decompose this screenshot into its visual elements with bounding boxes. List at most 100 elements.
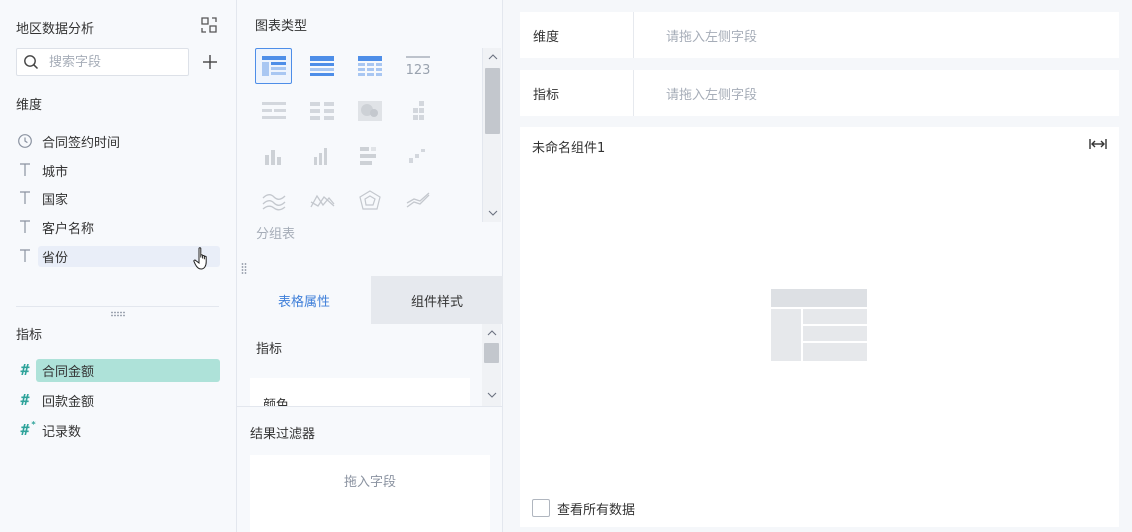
tab-component-style[interactable]: 组件样式 — [371, 276, 503, 324]
widget-title: 未命名组件1 — [532, 141, 606, 156]
stacked-bar-icon — [359, 147, 376, 165]
chart-type-treemap[interactable] — [399, 93, 436, 129]
metric-drop-placeholder: 请拖入左侧字段 — [666, 87, 758, 103]
chart-type-title: 图表类型 — [255, 19, 308, 34]
view-all-data-label: 查看所有数据 — [557, 502, 636, 518]
number-type-icon: # — [20, 391, 30, 409]
dimension-drop-placeholder: 请拖入左侧字段 — [666, 29, 758, 45]
dimension-row-label: 维度 — [520, 12, 634, 58]
cross-table-icon — [357, 56, 382, 76]
chart-type-grouped-bar[interactable] — [303, 138, 340, 174]
props-metric-label: 指标 — [256, 342, 283, 357]
scroll-thumb[interactable] — [485, 68, 500, 134]
chart-type-group-table[interactable] — [255, 48, 292, 84]
chart-type-multi-line[interactable] — [399, 183, 436, 219]
chart-type-kpi[interactable]: 123 — [399, 48, 436, 84]
number-calc-icon: # * — [20, 420, 36, 439]
metric-item-contract-amount[interactable]: # 合同金额 — [16, 358, 220, 382]
waterfall-icon — [408, 149, 425, 163]
chart-type-stacked-bar[interactable] — [351, 138, 388, 174]
scroll-down-icon[interactable] — [483, 204, 502, 222]
search-input[interactable] — [49, 53, 184, 71]
props-color-label: 颜色 — [263, 398, 290, 406]
chart-type-detail-table[interactable] — [303, 48, 340, 84]
view-all-data-checkbox[interactable]: 查看所有数据 — [532, 498, 635, 518]
properties-scrollbar[interactable] — [482, 324, 501, 406]
config-tabs: 表格属性 组件样式 — [237, 276, 503, 324]
scroll-down-icon[interactable] — [482, 386, 501, 404]
field-label: 客户名称 — [42, 221, 95, 237]
field-label: 记录数 — [42, 424, 82, 440]
tab-table-properties[interactable]: 表格属性 — [237, 276, 371, 324]
dimension-item-contract-date[interactable]: 合同签约时间 — [16, 130, 220, 152]
field-label: 国家 — [42, 192, 69, 208]
vertical-resize-grip-icon[interactable] — [241, 262, 247, 276]
switch-dataset-icon[interactable] — [199, 15, 219, 35]
resize-grip-icon[interactable] — [110, 311, 126, 317]
filter-drop-text: 拖入字段 — [343, 475, 396, 490]
text-type-icon — [16, 247, 34, 265]
chart-type-list-2[interactable] — [255, 93, 292, 129]
fit-width-icon[interactable] — [1088, 136, 1108, 152]
search-icon — [24, 55, 39, 70]
props-color-section[interactable]: 颜色 — [250, 378, 470, 406]
metric-row-label: 指标 — [520, 70, 634, 116]
metric-drop-row[interactable]: 指标 请拖入左侧字段 — [520, 70, 1119, 116]
chart-type-cross-table[interactable] — [351, 48, 388, 84]
chart-type-line[interactable] — [303, 183, 340, 219]
metric-section-label: 指标 — [16, 328, 43, 343]
app-root: 地区数据分析 维度 合同签约时间 城市 — [0, 0, 1132, 532]
radar-chart-icon — [358, 190, 381, 210]
compare-kpi-icon — [309, 102, 334, 120]
field-label: 合同签约时间 — [42, 135, 121, 151]
area-line-icon — [262, 194, 285, 211]
chart-type-heatmap[interactable] — [351, 93, 388, 129]
dimension-item-city[interactable]: 城市 — [16, 159, 220, 181]
empty-table-placeholder-icon — [771, 289, 867, 361]
metric-item-payment-amount[interactable]: # 回款金额 — [16, 389, 220, 411]
dimension-drop-row[interactable]: 维度 请拖入左侧字段 — [520, 12, 1119, 58]
text-type-icon — [16, 161, 34, 179]
dimension-item-customer-name[interactable]: 客户名称 — [16, 216, 220, 238]
grouped-bar-icon — [313, 148, 327, 165]
dataset-title: 地区数据分析 — [16, 22, 95, 37]
chart-type-scrollbar[interactable] — [482, 48, 501, 222]
checkbox-box[interactable] — [532, 499, 550, 517]
chart-type-area[interactable] — [255, 183, 292, 219]
chart-type-bar[interactable] — [255, 138, 292, 174]
text-type-icon — [16, 218, 34, 236]
multi-line-icon — [406, 192, 429, 208]
filter-drop-zone[interactable]: 拖入字段 — [250, 455, 490, 532]
filter-divider — [237, 406, 503, 407]
grouped-list-icon — [261, 102, 286, 119]
field-label: 回款金额 — [42, 394, 95, 410]
dimension-item-province[interactable]: 省份 — [16, 245, 220, 267]
scroll-up-icon[interactable] — [482, 324, 501, 342]
chart-type-waterfall[interactable] — [399, 138, 436, 174]
treemap-icon — [412, 101, 424, 120]
panel-divider — [16, 306, 219, 307]
number-type-icon: # — [20, 361, 30, 379]
chart-type-compare[interactable] — [303, 93, 340, 129]
field-panel: 地区数据分析 维度 合同签约时间 城市 — [0, 0, 237, 532]
dimension-item-country[interactable]: 国家 — [16, 187, 220, 209]
search-field[interactable] — [16, 48, 189, 76]
field-label: 城市 — [42, 164, 69, 180]
scroll-up-icon[interactable] — [483, 48, 502, 66]
heatmap-icon — [357, 101, 382, 121]
text-type-icon — [16, 189, 34, 207]
field-label: 合同金额 — [36, 358, 220, 382]
svg-text:123: 123 — [405, 63, 430, 77]
group-table-icon — [261, 56, 286, 76]
result-filter-label: 结果过滤器 — [250, 427, 316, 442]
kpi-number-icon: 123 — [405, 56, 430, 77]
clock-icon — [16, 132, 34, 150]
add-field-button[interactable] — [200, 52, 220, 72]
scroll-thumb[interactable] — [484, 343, 499, 363]
chart-type-radar[interactable] — [351, 183, 388, 219]
bar-chart-icon — [264, 150, 281, 165]
selected-chart-name: 分组表 — [256, 227, 296, 242]
detail-table-icon — [309, 56, 334, 76]
metric-item-record-count[interactable]: # * 记录数 — [16, 419, 220, 441]
hand-cursor-icon — [193, 247, 207, 270]
